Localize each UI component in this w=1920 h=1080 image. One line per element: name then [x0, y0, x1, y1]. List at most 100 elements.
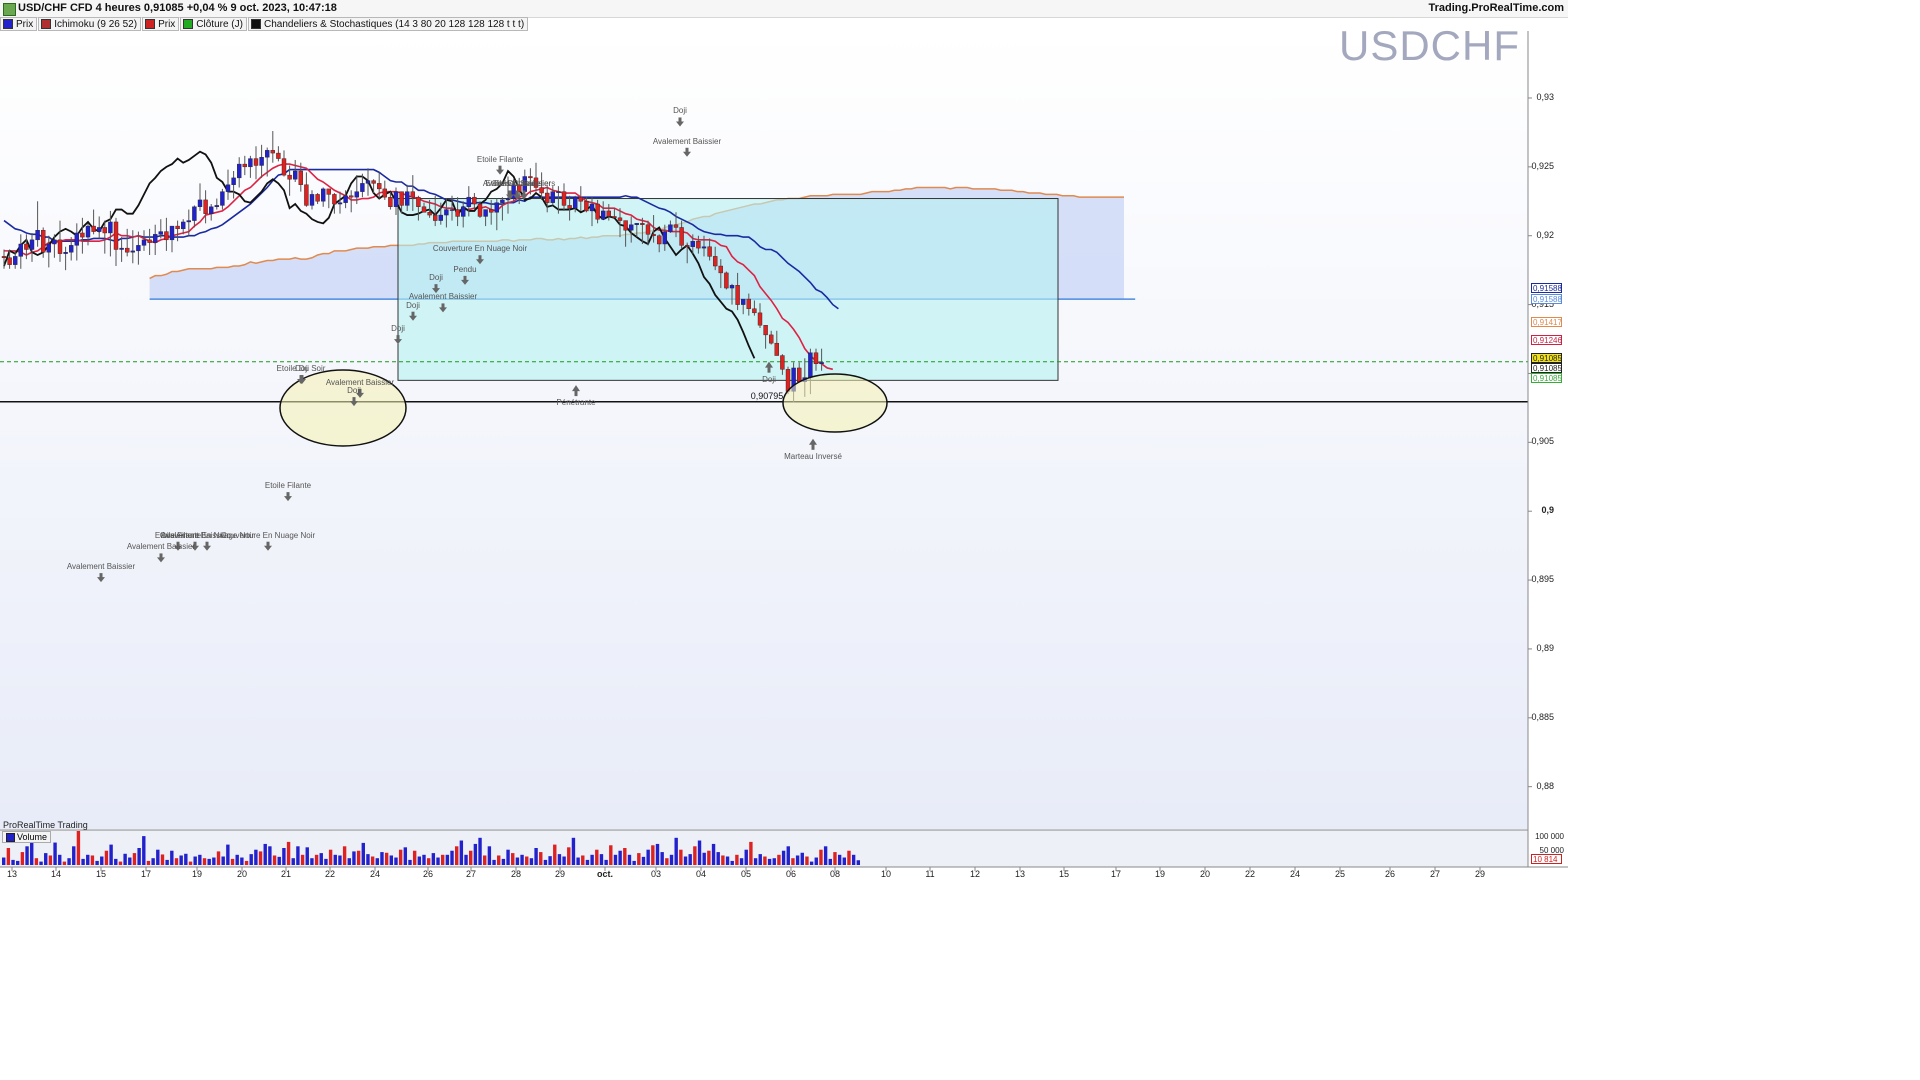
legend-label: Prix [16, 18, 34, 30]
volume-bar [347, 858, 351, 865]
candle-body [763, 325, 768, 336]
volume-bar [277, 856, 281, 865]
candle-body [214, 205, 220, 207]
volume-bar [725, 856, 730, 865]
volume-bar [618, 850, 622, 865]
candle-body [528, 176, 533, 179]
candle-body [561, 191, 567, 206]
pattern-label: Doji [295, 364, 309, 374]
candle-body [113, 221, 119, 250]
candle-body [169, 225, 175, 241]
x-tick: 24 [1289, 869, 1301, 879]
volume-bar [188, 861, 193, 865]
candle-body [455, 209, 460, 217]
volume-bar [165, 859, 169, 865]
pattern-label: Avalement Baissier [652, 136, 722, 146]
volume-bar [352, 851, 356, 865]
pattern-label: Etoile Filante [476, 154, 524, 164]
candle-body [769, 334, 774, 344]
y-tick: 0,895 [1531, 574, 1554, 585]
candle-body [606, 210, 611, 217]
legend-item-0[interactable]: Prix [0, 17, 38, 31]
volume-bar [356, 850, 361, 865]
volume-bar [291, 858, 295, 865]
volume-bar [151, 858, 155, 865]
volume-bar [763, 856, 767, 865]
candle-body [494, 202, 499, 213]
candle-body [203, 199, 208, 214]
candle-body [130, 250, 136, 253]
candle-body [225, 184, 231, 192]
volume-bar [786, 846, 790, 865]
candle-body [343, 195, 348, 203]
volume-bar [753, 858, 758, 865]
candle-body [623, 220, 628, 231]
legend-label: Clôture (J) [196, 18, 243, 30]
candle-body [349, 195, 354, 198]
volume-bar [567, 847, 571, 865]
volume-bar [76, 831, 81, 865]
volume-bar [819, 849, 823, 865]
candle-body [80, 232, 85, 238]
volume-bar [679, 849, 683, 865]
legend-item-3[interactable]: Clôture (J) [180, 17, 247, 31]
candle-body [326, 188, 331, 195]
x-tick: 11 [925, 869, 935, 879]
volume-bar [478, 837, 482, 865]
site-name[interactable]: Trading.ProRealTime.com [1428, 2, 1564, 14]
candle-body [427, 212, 432, 216]
candle-body [746, 298, 751, 309]
candle-body [265, 150, 270, 158]
volume-bar [226, 844, 230, 865]
volume-bar [856, 860, 861, 865]
candle-body [679, 227, 684, 246]
candle-body [360, 183, 365, 192]
candle-body [304, 184, 309, 206]
pattern-label: Pendu [453, 264, 477, 274]
candle-body [136, 245, 141, 252]
legend-item-2[interactable]: Prix [142, 17, 180, 31]
volume-bar [338, 855, 342, 865]
y-tick: 0,93 [1536, 91, 1554, 102]
volume-bar [632, 860, 636, 865]
volume-bar [823, 846, 828, 865]
volume-bar [109, 844, 113, 865]
volume-legend[interactable]: Volume [2, 831, 52, 843]
price-chart[interactable] [0, 0, 1568, 882]
volume-bar [249, 854, 253, 865]
volume-bar [501, 858, 506, 865]
volume-bar [828, 858, 832, 865]
pattern-label: Avalement Baissier [408, 292, 478, 302]
volume-bar [34, 858, 39, 865]
volume-bar [744, 849, 748, 865]
indicator-legend: Prix Ichimoku (9 26 52) Prix Clôture (J) Cha… [0, 17, 529, 31]
legend-swatch [41, 19, 52, 29]
x-tick: 22 [1244, 869, 1256, 879]
volume-bar [286, 841, 291, 865]
volume-bar [534, 848, 538, 865]
candle-body [416, 196, 421, 207]
legend-swatch [145, 19, 156, 29]
candle-body [12, 256, 18, 265]
candle-body [29, 239, 35, 250]
volume-bar [422, 854, 426, 865]
volume-bar [660, 852, 664, 865]
legend-item-4[interactable]: Chandeliers & Stochastiques (14 3 80 20 … [247, 17, 529, 31]
volume-bar [576, 857, 580, 865]
candle-body [713, 256, 718, 267]
price-tag: 0,91588 [1531, 283, 1562, 294]
legend-item-1[interactable]: Ichimoku (9 26 52) [38, 17, 142, 31]
volume-bar [609, 845, 613, 865]
candle-body [545, 192, 550, 203]
candle-body [332, 194, 337, 205]
volume-bar [585, 859, 590, 865]
volume-bar [67, 858, 71, 865]
volume-bar [716, 852, 720, 865]
volume-bar [310, 858, 314, 865]
legend-label: Ichimoku (9 26 52) [54, 18, 138, 30]
x-tick: 03 [650, 869, 662, 879]
volume-bar [730, 860, 734, 865]
candle-body [68, 245, 74, 253]
volume-bar [553, 844, 557, 865]
volume-bar [118, 861, 123, 865]
